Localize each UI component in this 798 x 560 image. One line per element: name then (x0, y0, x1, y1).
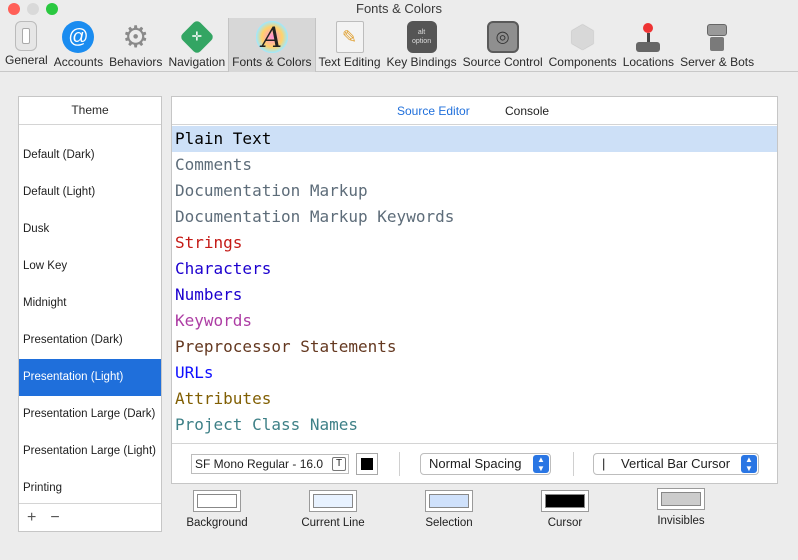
toolbar-locations[interactable]: Locations (620, 18, 677, 72)
minimize-window-button[interactable] (27, 3, 39, 15)
swatch-selection[interactable]: Selection (418, 490, 480, 529)
swatch-fill (545, 494, 585, 508)
notepad-pencil-icon: ✎ (335, 21, 364, 53)
syntax-row[interactable]: Preprocessor Statements (172, 334, 777, 360)
title-bar: Fonts & Colors (0, 0, 798, 18)
tab-source-editor[interactable]: Source Editor (397, 104, 470, 118)
text-color-swatch (361, 458, 373, 470)
at-sign-icon: @ (62, 21, 95, 53)
robot-icon (701, 21, 733, 53)
vault-safe-icon: ◎ (486, 21, 519, 53)
text-color-well[interactable] (356, 453, 378, 475)
toolbar-components[interactable]: ⬢ Components (546, 18, 620, 72)
syntax-row[interactable]: Keywords (172, 308, 777, 334)
swatch-box (541, 490, 589, 512)
syntax-row[interactable]: Documentation Markup (172, 178, 777, 204)
swatch-cursor[interactable]: Cursor (536, 490, 594, 529)
toolbar-fonts-colors[interactable]: A Fonts & Colors (228, 18, 316, 72)
keyboard-keys-icon: alt option (406, 21, 437, 53)
syntax-row[interactable]: Characters (172, 256, 777, 282)
theme-list: Default (Dark) Default (Light) Dusk Low … (19, 125, 161, 507)
editor-tabs: Source Editor Console (172, 97, 777, 125)
theme-item[interactable]: Dusk (19, 211, 161, 248)
swatch-background[interactable]: Background (182, 490, 252, 529)
swatch-current-line[interactable]: Current Line (296, 490, 370, 529)
theme-item[interactable]: Midnight (19, 285, 161, 322)
toggle-switch-icon (15, 21, 38, 51)
separator (399, 452, 400, 476)
chevron-up-down-icon: ▲ ▼ (741, 455, 757, 473)
syntax-row[interactable]: Documentation Markup Keywords (172, 204, 777, 230)
swatch-fill (429, 494, 469, 508)
swatch-fill (197, 494, 237, 508)
swatch-label: Selection (425, 517, 473, 529)
swatch-label: Cursor (547, 517, 583, 529)
gear-icon: ⚙ (122, 20, 150, 54)
theme-panel: Theme Default (Dark) Default (Light) Dus… (18, 96, 162, 532)
swatch-box (657, 488, 705, 510)
window-title: Fonts & Colors (356, 1, 442, 16)
font-picker-button[interactable]: T (332, 457, 346, 471)
syntax-row[interactable]: Project Class Names (172, 412, 777, 438)
shield-box-icon: ⬢ (569, 20, 596, 54)
syntax-row[interactable]: Comments (172, 152, 777, 178)
cursor-bar-glyph: | (602, 456, 606, 471)
swatch-fill (313, 494, 353, 508)
theme-item[interactable]: Presentation (Dark) (19, 322, 161, 359)
editor-panel: Source Editor Console Plain Text Comment… (171, 96, 778, 484)
chevron-up-down-icon: ▲ ▼ (533, 455, 549, 473)
toolbar-accounts[interactable]: @ Accounts (51, 18, 106, 72)
syntax-list: Plain Text Comments Documentation Markup… (172, 125, 777, 438)
syntax-row[interactable]: Strings (172, 230, 777, 256)
toolbar-behaviors[interactable]: ⚙ Behaviors (106, 18, 165, 72)
swatch-invisibles[interactable]: Invisibles (650, 488, 712, 527)
separator (573, 452, 574, 476)
tab-console[interactable]: Console (505, 104, 549, 118)
swatch-box (425, 490, 473, 512)
toolbar-key-bindings[interactable]: alt option Key Bindings (384, 18, 460, 72)
swatch-box (193, 490, 241, 512)
font-letter-a-icon: A (255, 21, 288, 54)
syntax-row[interactable]: URLs (172, 360, 777, 386)
theme-item[interactable]: Default (Light) (19, 174, 161, 211)
toolbar-text-editing[interactable]: ✎ Text Editing (316, 18, 384, 72)
toolbar-server-bots[interactable]: Server & Bots (677, 18, 757, 72)
theme-item[interactable]: Presentation Large (Dark) (19, 396, 161, 433)
font-bar: SF Mono Regular - 16.0 T Normal Spacing … (172, 443, 777, 483)
joystick-icon (634, 21, 662, 53)
font-value: SF Mono Regular - 16.0 (195, 457, 324, 471)
theme-header: Theme (19, 97, 161, 125)
swatch-label: Current Line (301, 517, 365, 529)
cursor-value: Vertical Bar Cursor (621, 456, 731, 471)
syntax-row[interactable]: Plain Text (172, 126, 777, 152)
zoom-window-button[interactable] (46, 3, 58, 15)
toolbar-navigation[interactable]: ✛ Navigation (165, 18, 228, 72)
syntax-row[interactable]: Attributes (172, 386, 777, 412)
theme-item-selected[interactable]: Presentation (Light) (19, 359, 161, 396)
spacing-value: Normal Spacing (429, 456, 522, 471)
navigation-arrows-icon: ✛ (179, 19, 215, 55)
close-window-button[interactable] (8, 3, 20, 15)
swatch-fill (661, 492, 701, 506)
syntax-row[interactable]: Numbers (172, 282, 777, 308)
toolbar-general[interactable]: General (2, 18, 51, 72)
spacing-popup[interactable]: Normal Spacing ▲ ▼ (420, 453, 551, 475)
swatch-label: Invisibles (657, 515, 705, 527)
add-theme-button[interactable]: + (27, 509, 36, 527)
swatch-box (309, 490, 357, 512)
theme-footer: + − (19, 503, 161, 531)
font-field[interactable]: SF Mono Regular - 16.0 T (191, 454, 349, 474)
theme-item[interactable]: Low Key (19, 248, 161, 285)
cursor-popup[interactable]: | Vertical Bar Cursor ▲ ▼ (593, 453, 759, 475)
theme-item[interactable]: Presentation Large (Light) (19, 433, 161, 470)
remove-theme-button[interactable]: − (50, 509, 59, 527)
theme-item[interactable]: Default (Dark) (19, 137, 161, 174)
swatch-label: Background (186, 517, 248, 529)
theme-item[interactable]: Printing (19, 470, 161, 507)
preferences-toolbar: General @ Accounts ⚙ Behaviors ✛ Navigat… (0, 18, 798, 72)
toolbar-source-control[interactable]: ◎ Source Control (460, 18, 546, 72)
